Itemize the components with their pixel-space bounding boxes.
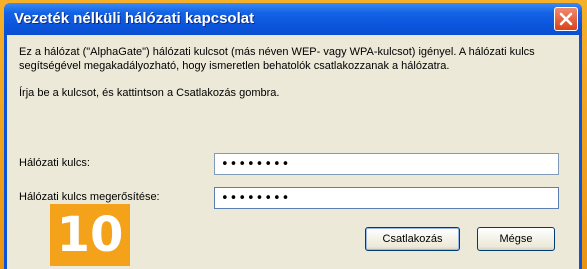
cancel-button[interactable]: Mégse: [477, 227, 555, 251]
window-title: Vezeték nélküli hálózati kapcsolat: [14, 10, 255, 27]
title-bar: Vezeték nélküli hálózati kapcsolat: [4, 3, 582, 35]
confirm-key-label: Hálózati kulcs megerősítése:: [19, 191, 160, 203]
instruction-text: Írja be a kulcsot, és kattintson a Csatl…: [19, 87, 280, 99]
close-button[interactable]: [554, 7, 578, 31]
page-frame: Vezeték nélküli hálózati kapcsolat Ez a …: [0, 0, 587, 269]
step-number-badge: 10: [50, 204, 130, 266]
confirm-key-input[interactable]: [214, 187, 559, 209]
connect-button[interactable]: Csatlakozás: [365, 227, 460, 251]
close-icon: [559, 12, 573, 26]
network-key-input[interactable]: [214, 153, 559, 175]
description-text: Ez a hálózat ("AlphaGate") hálózati kulc…: [19, 46, 535, 72]
network-key-label: Hálózati kulcs:: [19, 157, 90, 169]
